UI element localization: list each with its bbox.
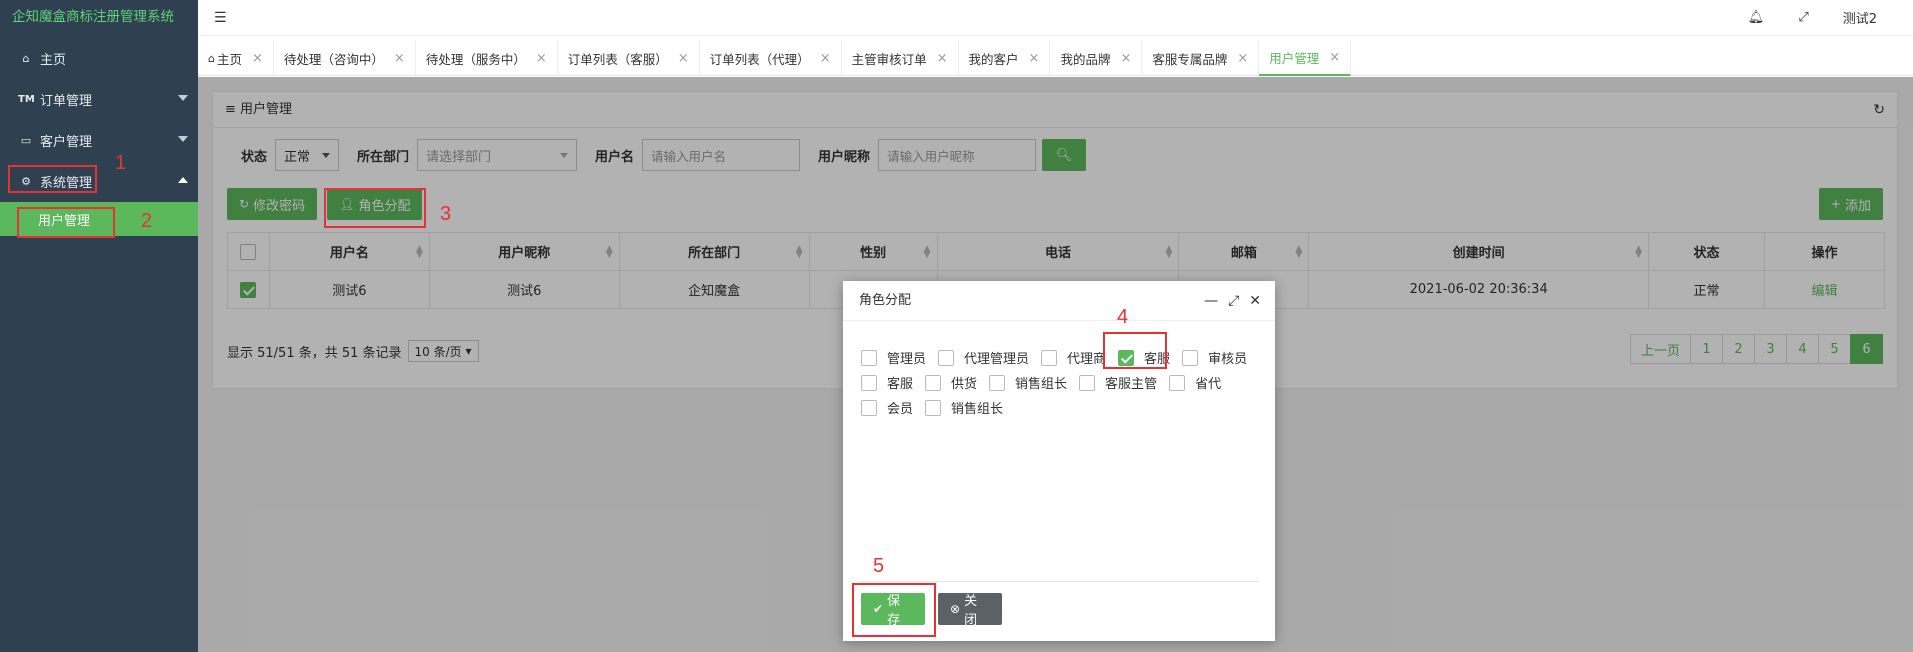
- role-checkbox[interactable]: [1182, 349, 1199, 366]
- bell-icon[interactable]: 🔔︎: [1748, 10, 1765, 25]
- annotation-number-5: 5: [873, 555, 885, 577]
- tab-orders-agent[interactable]: 订单列表（代理） ×: [700, 40, 842, 76]
- tab-label: 主页: [216, 51, 242, 67]
- tab-home[interactable]: ⌂ 主页 ×: [198, 40, 274, 76]
- annotation-box-2: [17, 207, 115, 238]
- trademark-icon: TM: [18, 94, 35, 105]
- close-circle-icon: ⊗: [950, 602, 961, 616]
- annotation-number-3: 3: [440, 203, 452, 225]
- role-checkbox[interactable]: [989, 374, 1006, 391]
- dialog-header: 角色分配 — ⤢ ✕: [843, 281, 1275, 321]
- role-checkbox[interactable]: [938, 349, 955, 366]
- tab-label: 客服专属品牌: [1152, 51, 1228, 67]
- topbar: ☰ 🔔︎ ⤢ 测试2: [198, 0, 1913, 36]
- tab-supervisor-review[interactable]: 主管审核订单 ×: [842, 40, 959, 76]
- sidebar-item-home[interactable]: ⌂ 主页: [0, 38, 198, 79]
- tab-user-management[interactable]: 用户管理 ×: [1259, 40, 1352, 76]
- minimize-icon[interactable]: —: [1204, 281, 1218, 321]
- role-option[interactable]: 供货: [925, 373, 977, 392]
- app-title: 企知魔盒商标注册管理系统: [12, 9, 174, 25]
- annotation-number-1: 1: [115, 152, 127, 174]
- close-icon[interactable]: ×: [394, 51, 405, 66]
- role-option[interactable]: 省代: [1169, 373, 1221, 392]
- role-list: 管理员 代理管理员 代理商 客服 审核员 客服 供货 销售组长 客服主管 省代 …: [861, 345, 1261, 420]
- role-checkbox[interactable]: [925, 399, 942, 416]
- tab-my-brands[interactable]: 我的品牌 ×: [1050, 40, 1143, 76]
- role-checkbox[interactable]: [1169, 374, 1186, 391]
- tab-cs-brands[interactable]: 客服专属品牌 ×: [1142, 40, 1260, 76]
- role-option[interactable]: 销售组长: [925, 398, 1003, 417]
- tab-label: 我的客户: [968, 51, 1019, 67]
- tab-label: 订单列表（代理）: [709, 51, 810, 67]
- role-option[interactable]: 审核员: [1182, 348, 1247, 367]
- role-checkbox[interactable]: [861, 349, 877, 366]
- home-icon: ⌂: [208, 51, 215, 65]
- tab-pending-consult[interactable]: 待处理（咨询中） ×: [274, 40, 416, 76]
- button-label: 关闭: [964, 594, 978, 628]
- tab-label: 待处理（咨询中）: [283, 51, 384, 67]
- role-option[interactable]: 会员: [861, 398, 913, 417]
- annotation-number-4: 4: [1117, 306, 1129, 328]
- chevron-up-icon: [178, 177, 188, 183]
- sidebar-item-label: 主页: [40, 53, 67, 68]
- role-option[interactable]: 代理商: [1041, 348, 1106, 367]
- role-checkbox[interactable]: [925, 374, 942, 391]
- annotation-box-4: [1103, 332, 1167, 369]
- close-icon[interactable]: ×: [678, 51, 689, 66]
- sidebar-item-customers[interactable]: ▭ 客户管理: [0, 120, 198, 161]
- tab-label: 订单列表（客服）: [567, 51, 668, 67]
- role-checkbox[interactable]: [1041, 349, 1058, 366]
- dialog-title: 角色分配: [859, 293, 912, 308]
- annotation-box-5: [852, 583, 936, 637]
- menu-toggle-icon[interactable]: ☰: [214, 10, 227, 26]
- close-icon[interactable]: ×: [1120, 51, 1131, 66]
- close-icon[interactable]: ×: [1329, 50, 1340, 65]
- tab-bar: ⌂ 主页 × 待处理（咨询中） × 待处理（服务中） × 订单列表（客服） × 订单列表（…: [198, 40, 1913, 76]
- tab-label: 我的品牌: [1060, 51, 1111, 67]
- role-checkbox[interactable]: [861, 399, 877, 416]
- maximize-icon[interactable]: ⤢: [1228, 281, 1239, 321]
- tab-label: 待处理（服务中）: [425, 51, 526, 67]
- chevron-down-icon: [178, 136, 188, 142]
- role-option[interactable]: 客服主管: [1079, 373, 1157, 392]
- close-icon[interactable]: ✕: [1249, 281, 1261, 321]
- sidebar: 企知魔盒商标注册管理系统 ⌂ 主页 TM 订单管理 ▭ 客户管理 ⚙ 系统管理 …: [0, 0, 198, 652]
- role-checkbox[interactable]: [861, 374, 877, 391]
- role-option[interactable]: 客服: [861, 373, 913, 392]
- sidebar-item-label: 客户管理: [40, 135, 93, 150]
- chevron-down-icon: [178, 95, 188, 101]
- sidebar-item-orders[interactable]: TM 订单管理: [0, 79, 198, 120]
- close-icon[interactable]: ×: [937, 51, 948, 66]
- role-option[interactable]: 代理管理员: [938, 348, 1029, 367]
- monitor-icon: ▭: [20, 134, 32, 147]
- tab-label: 用户管理: [1269, 50, 1320, 66]
- tab-orders-cs[interactable]: 订单列表（客服） ×: [558, 40, 700, 76]
- annotation-box-3: [324, 188, 426, 228]
- annotation-number-2: 2: [141, 210, 153, 232]
- close-icon[interactable]: ×: [536, 51, 547, 66]
- tab-my-customers[interactable]: 我的客户 ×: [959, 40, 1051, 76]
- role-checkbox[interactable]: [1079, 374, 1096, 391]
- sidebar-item-label: 订单管理: [40, 94, 93, 109]
- role-option[interactable]: 管理员: [861, 348, 926, 367]
- tab-pending-service[interactable]: 待处理（服务中） ×: [416, 40, 558, 76]
- fullscreen-icon[interactable]: ⤢: [1798, 10, 1808, 25]
- close-icon[interactable]: ×: [1029, 51, 1040, 66]
- close-icon[interactable]: ×: [1237, 51, 1248, 66]
- role-option[interactable]: 销售组长: [989, 373, 1067, 392]
- user-name[interactable]: 测试2: [1843, 8, 1877, 27]
- tab-label: 主管审核订单: [851, 51, 927, 67]
- close-button[interactable]: ⊗ 关闭: [938, 593, 1002, 628]
- close-icon[interactable]: ×: [252, 51, 263, 66]
- close-icon[interactable]: ×: [820, 51, 831, 66]
- annotation-box-1: [8, 165, 97, 193]
- home-icon: ⌂: [22, 52, 30, 65]
